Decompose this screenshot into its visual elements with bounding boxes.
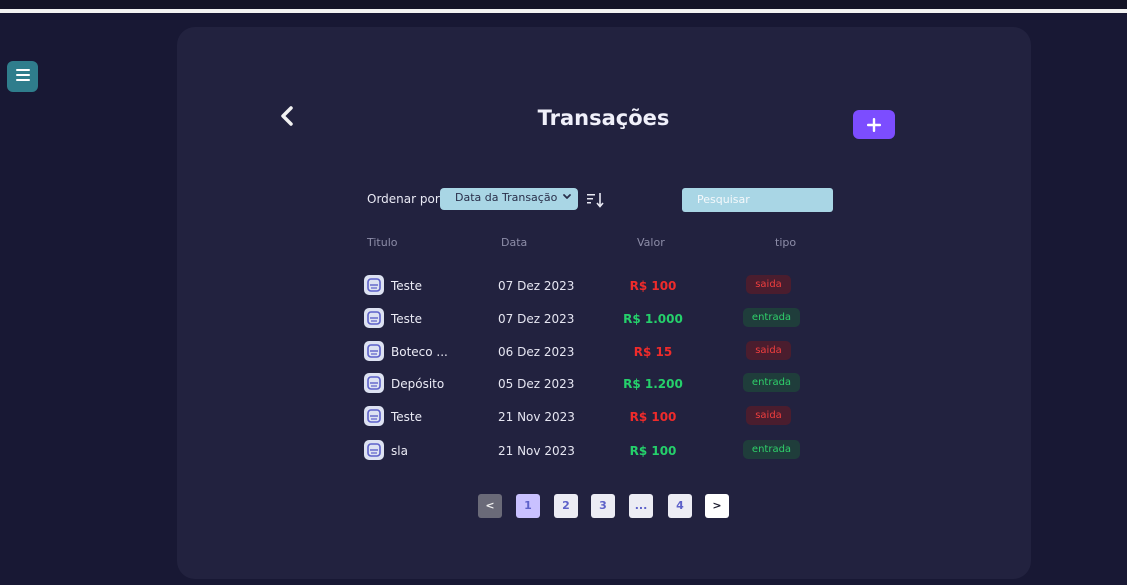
row-title: Depósito xyxy=(391,377,445,391)
row-value: R$ 1.000 xyxy=(623,312,683,326)
table-row[interactable]: Teste 21 Nov 2023 R$ 100 saida xyxy=(0,403,1127,431)
receipt-icon xyxy=(364,406,384,426)
receipt-icon xyxy=(364,373,384,393)
pagination-page-3[interactable]: 3 xyxy=(591,494,615,518)
type-badge: saida xyxy=(746,341,791,360)
row-date: 07 Dez 2023 xyxy=(498,312,575,326)
sort-label: Ordenar por xyxy=(367,192,440,206)
pagination-prev-button[interactable]: < xyxy=(478,494,502,518)
column-header-type: tipo xyxy=(775,236,797,249)
table-row[interactable]: sla 21 Nov 2023 R$ 100 entrada xyxy=(0,437,1127,465)
column-header-title: Titulo xyxy=(367,236,398,249)
pagination-ellipsis: ... xyxy=(629,494,653,518)
receipt-icon xyxy=(364,440,384,460)
menu-button[interactable] xyxy=(7,61,38,92)
column-header-value: Valor xyxy=(637,236,665,249)
row-value: R$ 100 xyxy=(629,279,677,293)
plus-icon xyxy=(867,117,881,132)
type-badge: entrada xyxy=(743,373,800,392)
sort-direction-button[interactable] xyxy=(585,190,607,210)
row-value: R$ 100 xyxy=(629,410,677,424)
row-title: Teste xyxy=(391,279,423,293)
sort-select-value: Data da Transação xyxy=(455,191,558,204)
pagination-next-button[interactable]: > xyxy=(705,494,729,518)
row-value: R$ 15 xyxy=(633,345,673,359)
row-title: Teste xyxy=(391,312,423,326)
receipt-icon xyxy=(364,341,384,361)
row-value: R$ 1.200 xyxy=(623,377,683,391)
sort-descending-icon xyxy=(587,193,604,208)
chevron-left-icon xyxy=(281,106,293,126)
add-transaction-button[interactable] xyxy=(853,110,895,139)
hamburger-menu-icon xyxy=(15,67,31,86)
window-top-bar xyxy=(0,0,1127,9)
pagination-page-2[interactable]: 2 xyxy=(554,494,578,518)
row-date: 05 Dez 2023 xyxy=(498,377,575,391)
row-date: 06 Dez 2023 xyxy=(498,345,575,359)
row-date: 21 Nov 2023 xyxy=(498,410,575,424)
receipt-icon xyxy=(364,275,384,295)
row-date: 21 Nov 2023 xyxy=(498,444,575,458)
type-badge: saida xyxy=(746,275,791,294)
row-value: R$ 100 xyxy=(629,444,677,458)
row-title: Boteco ... xyxy=(391,345,448,359)
chevron-down-icon xyxy=(562,192,572,205)
column-header-date: Data xyxy=(501,236,528,249)
page-title: Transações xyxy=(537,106,670,130)
type-badge: saida xyxy=(746,406,791,425)
back-button[interactable] xyxy=(277,104,299,130)
pagination-page-4[interactable]: 4 xyxy=(668,494,692,518)
table-row[interactable]: Depósito 05 Dez 2023 R$ 1.200 entrada xyxy=(0,370,1127,398)
pagination-page-1[interactable]: 1 xyxy=(516,494,540,518)
row-date: 07 Dez 2023 xyxy=(498,279,575,293)
table-row[interactable]: Boteco ... 06 Dez 2023 R$ 15 saida xyxy=(0,338,1127,366)
table-row[interactable]: Teste 07 Dez 2023 R$ 100 saida xyxy=(0,272,1127,300)
search-input[interactable]: Pesquisar xyxy=(682,188,833,212)
row-title: sla xyxy=(391,444,408,458)
table-row[interactable]: Teste 07 Dez 2023 R$ 1.000 entrada xyxy=(0,305,1127,333)
receipt-icon xyxy=(364,308,384,328)
type-badge: entrada xyxy=(743,308,800,327)
search-placeholder: Pesquisar xyxy=(697,193,750,206)
sort-select[interactable]: Data da Transação xyxy=(440,188,578,210)
row-title: Teste xyxy=(391,410,423,424)
type-badge: entrada xyxy=(743,440,800,459)
